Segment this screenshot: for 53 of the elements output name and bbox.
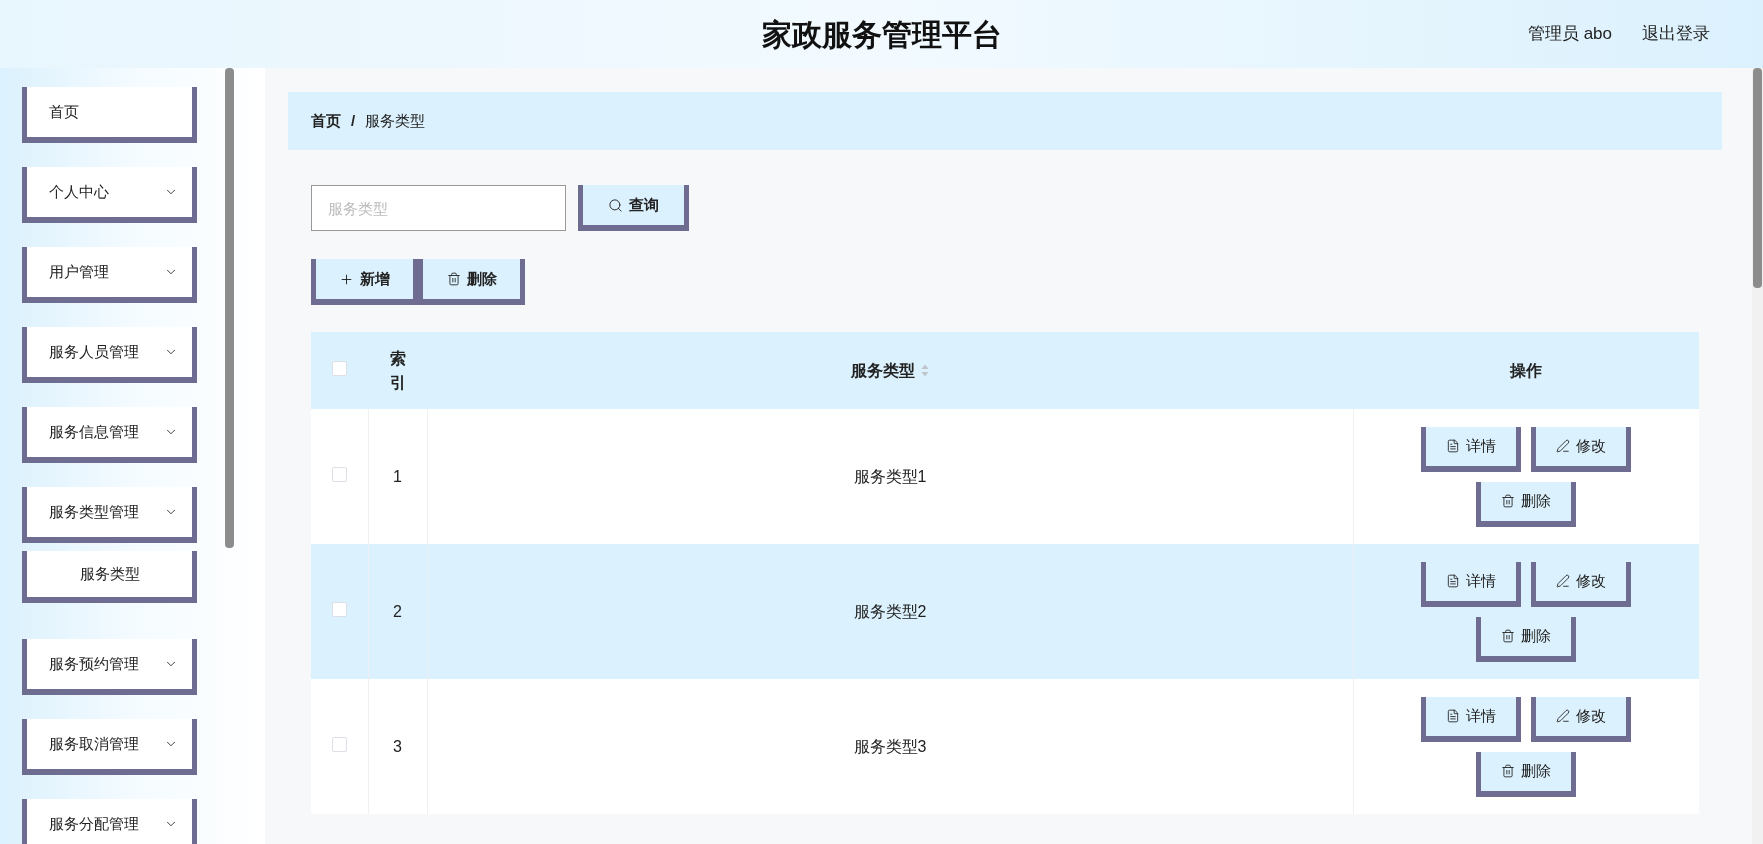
sidebar-item[interactable]: 服务人员管理 [22, 327, 197, 383]
row-action-button[interactable]: 详情 [1421, 561, 1522, 607]
row-action-button[interactable]: 修改 [1531, 426, 1632, 472]
checkbox[interactable] [332, 360, 347, 376]
pencil-icon [1556, 439, 1571, 453]
row-action-button[interactable]: 删除 [1476, 751, 1577, 797]
document-icon [1446, 709, 1461, 723]
checkbox[interactable] [331, 466, 347, 482]
column-header[interactable]: 服务类型 [427, 332, 1353, 409]
trash-icon [1501, 494, 1516, 508]
row-action-button[interactable]: 修改 [1531, 561, 1632, 607]
user-label: 管理员 abo [1527, 23, 1612, 46]
sidebar-item[interactable]: 首页 [22, 87, 197, 143]
pencil-icon [1556, 574, 1571, 588]
plus-icon [339, 271, 354, 287]
sidebar-item[interactable]: 服务类型管理 [22, 487, 197, 543]
scrollbar-thumb[interactable] [1753, 68, 1762, 288]
breadcrumb-link[interactable]: 首页 [311, 109, 341, 133]
breadcrumb-separator: / [351, 110, 356, 131]
table-cell: 服务类型3 [427, 679, 1353, 814]
search-field[interactable]: 服务类型 [311, 185, 566, 231]
row-action-button[interactable]: 修改 [1531, 696, 1632, 742]
sidebar-item[interactable]: 服务预约管理 [22, 639, 197, 695]
sort-icon [921, 364, 929, 377]
checkbox[interactable] [331, 601, 347, 617]
table-cell: 3 [368, 679, 427, 814]
toolbar-button[interactable]: 新增 [311, 259, 418, 305]
toolbar-button[interactable]: 删除 [418, 259, 525, 305]
scrollbar-thumb[interactable] [225, 68, 234, 548]
pencil-icon [1556, 709, 1571, 723]
sidebar-item[interactable]: 服务取消管理 [22, 719, 197, 775]
search-icon [608, 197, 623, 213]
row-action-button[interactable]: 详情 [1421, 426, 1522, 472]
document-icon [1446, 574, 1461, 588]
document-icon [1446, 439, 1461, 453]
column-header: 操作 [1353, 332, 1699, 409]
sidebar-subitem[interactable]: 服务类型 [22, 551, 197, 603]
logout-link[interactable]: 退出登录 [1642, 21, 1710, 47]
row-action-button[interactable]: 删除 [1476, 481, 1577, 527]
sidebar-item[interactable]: 服务信息管理 [22, 407, 197, 463]
breadcrumb-link[interactable]: 服务类型 [365, 109, 426, 133]
checkbox[interactable] [331, 736, 347, 752]
trash-icon [446, 272, 461, 286]
row-action-button[interactable]: 详情 [1421, 696, 1522, 742]
trash-icon [1501, 764, 1516, 778]
app-title: 家政服务管理平台 [761, 16, 1002, 53]
row-action-button[interactable]: 删除 [1476, 616, 1577, 662]
column-header: 索引 [368, 332, 427, 409]
sidebar-item[interactable]: 服务分配管理 [22, 799, 197, 844]
search-button[interactable]: 查询 [578, 185, 689, 231]
sidebar-item[interactable]: 用户管理 [22, 247, 197, 303]
sidebar-item[interactable]: 个人中心 [22, 167, 197, 223]
trash-icon [1501, 629, 1516, 643]
